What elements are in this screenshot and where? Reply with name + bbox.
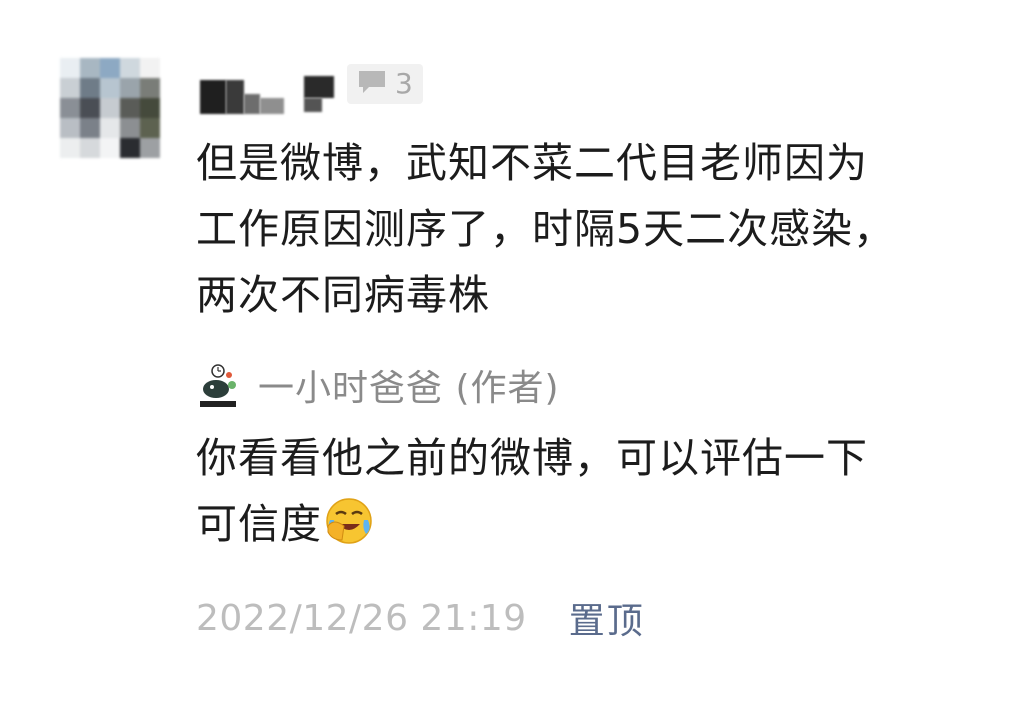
timestamp: 2022/12/26 21:19 [196, 597, 527, 639]
reply-count-badge[interactable]: 3 [347, 64, 423, 104]
author-avatar[interactable] [196, 361, 240, 409]
author-name[interactable]: 一小时爸爸 (作者) [258, 359, 560, 411]
comment-card: 3 但是微博，武知不菜二代目老师因为 工作原因测序了，时隔5天二次感染， 两次不… [0, 0, 1022, 716]
user-avatar[interactable] [60, 58, 160, 158]
reply-line-2-text: 可信度 [196, 500, 322, 548]
comment-footer: 2022/12/26 21:19 置顶 [196, 592, 645, 644]
author-reply-header: 一小时爸爸 (作者) [196, 355, 560, 415]
speech-bubble-icon [357, 69, 387, 99]
reply-count: 3 [395, 67, 413, 100]
redacted-username[interactable] [200, 76, 340, 116]
reply-line-1: 你看看他之前的微博，可以评估一下 [196, 434, 868, 482]
reply-line-2: 可信度 [196, 491, 996, 565]
comment-text: 但是微博，武知不菜二代目老师因为 工作原因测序了，时隔5天二次感染， 两次不同病… [196, 139, 896, 319]
pin-to-top-button[interactable]: 置顶 [569, 592, 645, 644]
author-reply-text: 你看看他之前的微博，可以评估一下 可信度 [196, 425, 996, 565]
laughing-crying-face-icon [324, 496, 374, 565]
